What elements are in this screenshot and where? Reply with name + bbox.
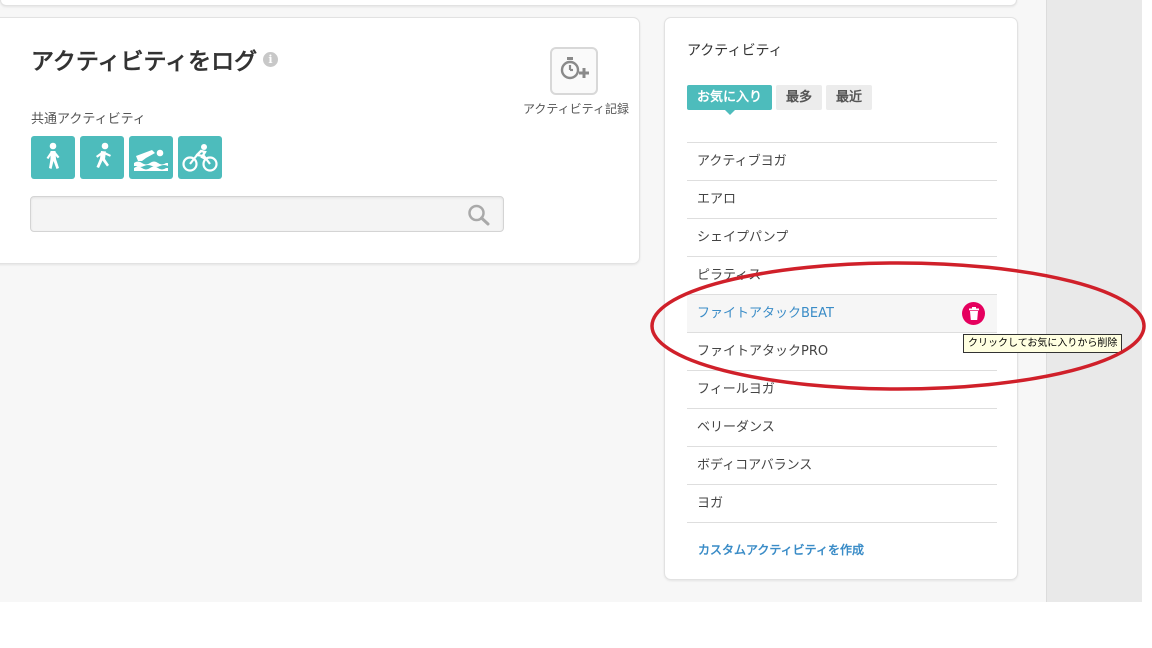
list-item-label: ファイトアタックPRO (697, 344, 829, 359)
list-item[interactable]: シェイプパンプ (687, 219, 997, 257)
list-item-label: ファイトアタックBEAT (697, 306, 834, 321)
swim-icon[interactable] (129, 136, 173, 179)
search-icon[interactable] (467, 204, 491, 230)
list-item[interactable]: ベリーダンス (687, 409, 997, 447)
list-item[interactable]: エアロ (687, 181, 997, 219)
previous-card-edge (0, 0, 1017, 6)
list-item[interactable]: ファイトアタックPRO (687, 333, 997, 371)
activities-tabs: お気に入り 最多 最近 (687, 85, 873, 115)
list-item-label: ベリーダンス (697, 420, 775, 435)
list-item[interactable]: ピラティス (687, 257, 997, 295)
favorite-activities-list: アクティブヨガ エアロ シェイプパンプ ピラティス ファイトアタックBEAT フ… (687, 142, 997, 523)
tab-recent[interactable]: 最近 (826, 85, 873, 110)
list-item-label: エアロ (697, 192, 737, 207)
info-icon[interactable]: i (263, 52, 278, 67)
list-item[interactable]: ボディコアバランス (687, 447, 997, 485)
activities-title: アクティビティ (687, 43, 783, 59)
list-item-label: ヨガ (697, 496, 724, 511)
record-activity-button[interactable] (550, 47, 598, 95)
trash-icon[interactable] (962, 302, 985, 325)
tab-most[interactable]: 最多 (776, 85, 823, 110)
walk-icon[interactable] (31, 136, 75, 179)
tab-favorites[interactable]: お気に入り (687, 85, 773, 115)
right-gutter (1046, 0, 1142, 602)
activity-search-input[interactable] (39, 203, 463, 227)
run-icon[interactable] (80, 136, 124, 179)
activity-search-box (30, 196, 504, 232)
list-item-hovered[interactable]: ファイトアタックBEAT (687, 295, 997, 333)
list-item-label: フィールヨガ (697, 382, 775, 397)
bike-icon[interactable] (178, 136, 222, 179)
list-item-label: ピラティス (697, 268, 762, 283)
list-item[interactable]: ヨガ (687, 485, 997, 523)
list-item-label: ボディコアバランス (697, 458, 813, 473)
record-activity-label: アクティビティ記録 (523, 102, 629, 116)
stopwatch-plus-icon (558, 55, 590, 87)
activities-card: アクティビティ お気に入り 最多 最近 アクティブヨガ エアロ シェイプパンプ … (664, 17, 1018, 580)
log-activity-title: アクティビティをログ (31, 49, 258, 75)
common-activities-label: 共通アクティビティ (31, 112, 146, 127)
log-activity-card: アクティビティをログ i 共通アクティビティ アクティビティ記録 (0, 17, 640, 264)
delete-tooltip: クリックしてお気に入りから削除 (963, 334, 1123, 353)
common-activities (31, 136, 222, 179)
list-item-label: アクティブヨガ (697, 154, 787, 169)
create-custom-activity-link[interactable]: カスタムアクティビティを作成 (698, 541, 864, 558)
list-item[interactable]: アクティブヨガ (687, 143, 997, 181)
list-item-label: シェイプパンプ (697, 230, 789, 245)
list-item[interactable]: フィールヨガ (687, 371, 997, 409)
